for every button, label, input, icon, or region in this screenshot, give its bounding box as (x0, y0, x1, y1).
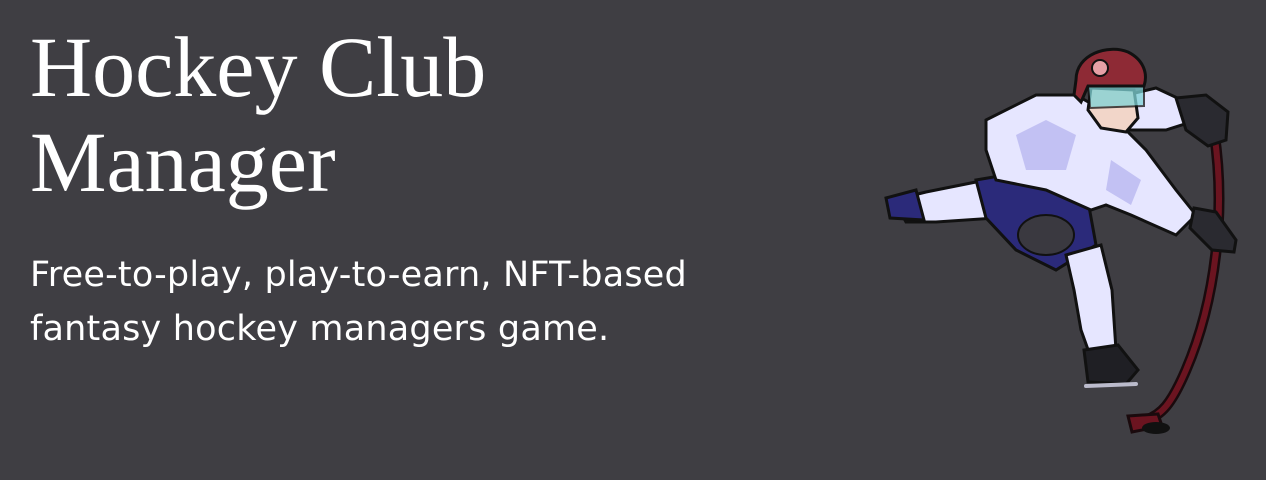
title-line-1: Hockey Club (30, 19, 487, 115)
hockey-player-icon (884, 47, 1238, 434)
player-front-leg (1064, 243, 1118, 360)
player-skate-blade (1084, 382, 1138, 388)
page-title: Hockey Club Manager (30, 20, 830, 210)
helmet-logo (1091, 59, 1109, 77)
hero-banner: Hockey Club Manager Free-to-play, play-t… (0, 0, 1266, 480)
puck-icon (1142, 422, 1170, 434)
player-top-glove (1174, 93, 1230, 148)
hero-text-block: Hockey Club Manager Free-to-play, play-t… (30, 20, 830, 356)
player-visor (1086, 82, 1145, 110)
subtitle-line-2: fantasy hockey managers game. (30, 309, 610, 349)
player-bottom-glove (1188, 206, 1238, 254)
subtitle-line-1: Free-to-play, play-to-earn, NFT-based (30, 255, 687, 295)
player-front-skate (1082, 343, 1140, 386)
player-back-skate (884, 188, 926, 222)
player-pants-pad (1017, 214, 1075, 256)
page-subtitle: Free-to-play, play-to-earn, NFT-based fa… (30, 248, 830, 356)
title-line-2: Manager (30, 114, 336, 210)
